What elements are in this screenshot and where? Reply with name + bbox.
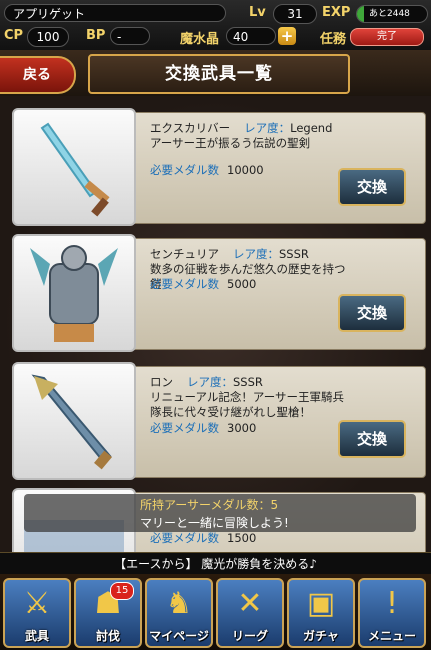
cost-value: 3000 [227, 421, 257, 435]
nav-equipment[interactable]: ⚔ 武具 [3, 578, 71, 648]
item-thumbnail [12, 234, 136, 352]
list-item: エクスカリバー レア度：Legend アーサー王が振るう伝説の聖剣 必要メダル数 1… [8, 108, 426, 226]
cp-label: CP [4, 28, 24, 43]
back-button[interactable]: 戻る [0, 56, 76, 94]
exp-label: EXP [322, 5, 351, 20]
medal-count-banner: 所持アーサーメダル数：5 マリーと一緒に冒険しよう! [24, 494, 416, 532]
list-item: ロン レア度：SSSR リニューアル記念！アーサー王軍騎兵隊長に代々受け継がれし聖… [8, 362, 426, 480]
cost-label: 必要メダル数 [150, 531, 219, 545]
sword-icon: ⚔ [23, 586, 51, 621]
cost-value: 1500 [227, 531, 257, 545]
nav-label: ガチャ [303, 629, 339, 643]
exp-remaining: あと2448 [369, 9, 410, 19]
player-name: アプリゲット [4, 4, 226, 22]
page-title: 交換武具一覧 [88, 54, 350, 94]
news-ticker[interactable]: 【エースから】 魔光が勝負を決める♪ [0, 552, 431, 575]
list-item: センチュリア レア度：SSSR 数多の征戦を歩んだ悠久の歴史を持つ鎧 必要メダル数… [8, 234, 426, 352]
mission-label: 任務 [320, 32, 347, 47]
nav-menu[interactable]: ! メニュー [358, 578, 426, 648]
banner-message: マリーと一緒に冒険しよう! [140, 516, 289, 530]
exchange-button[interactable]: 交換 [338, 294, 406, 332]
page-header: 戻る 交換武具一覧 [0, 50, 431, 96]
rarity-value: SSSR [279, 247, 309, 261]
item-name: エクスカリバー [150, 121, 231, 135]
rarity-label: レア度： [244, 121, 291, 135]
nav-label: 武具 [24, 629, 49, 643]
mission-complete-button[interactable]: 完了 [350, 28, 424, 46]
bottom-nav: ⚔ 武具 ☗ 15 討伐 ♞ マイページ ✕ リーグ ▣ ガチャ ! メニュー [0, 574, 431, 650]
status-bar: アプリゲット Lv 31 EXP あと2448 CP 100 BP - 魔水晶 … [0, 0, 431, 51]
cost-label: 必要メダル数 [150, 163, 219, 177]
item-thumbnail [12, 362, 136, 480]
sword-image-icon [40, 122, 110, 217]
owned-medal-count: 所持アーサーメダル数：5 [140, 498, 279, 512]
item-name: センチュリア [150, 247, 219, 261]
cost-value: 5000 [227, 277, 257, 291]
plus-icon: + [280, 27, 294, 45]
nav-league[interactable]: ✕ リーグ [216, 578, 284, 648]
nav-label: マイページ [149, 629, 209, 643]
nav-label: メニュー [367, 629, 416, 643]
exclamation-icon: ! [385, 586, 399, 621]
rarity-label: レア度： [187, 375, 233, 389]
chest-icon: ▣ [306, 586, 336, 621]
nav-mypage[interactable]: ♞ マイページ [145, 578, 213, 648]
exchange-button[interactable]: 交換 [338, 420, 406, 458]
cp-value: 100 [27, 27, 69, 47]
crossed-swords-icon: ✕ [237, 586, 263, 621]
nav-label: 討伐 [95, 629, 120, 643]
item-thumbnail [12, 108, 136, 226]
item-name: ロン [150, 375, 173, 389]
item-description: リニューアル記念！アーサー王軍騎兵隊長に代々受け継がれし聖槍！ [150, 390, 345, 419]
level-label: Lv [249, 5, 266, 20]
cost-label: 必要メダル数 [150, 421, 219, 435]
cost-label: 必要メダル数 [150, 277, 219, 291]
mana-crystal-label: 魔水晶 [180, 32, 220, 47]
cost-value: 10000 [227, 163, 264, 177]
spear-image-icon [31, 374, 112, 470]
exp-bar: あと2448 [356, 5, 428, 23]
armor-image-icon [30, 245, 118, 342]
exchange-button[interactable]: 交換 [338, 168, 406, 206]
nav-label: リーグ [231, 629, 268, 643]
rarity-value: Legend [290, 121, 333, 135]
notification-badge: 15 [110, 582, 134, 600]
rarity-label: レア度： [233, 247, 279, 261]
rarity-value: SSSR [233, 375, 263, 389]
mana-crystal-value: 40 [226, 27, 276, 45]
add-mana-button[interactable]: + [278, 27, 296, 45]
item-list[interactable]: エクスカリバー レア度：Legend アーサー王が振るう伝説の聖剣 必要メダル数 1… [0, 96, 431, 552]
nav-subjugation[interactable]: ☗ 15 討伐 [74, 578, 142, 648]
item-description: アーサー王が振るう伝説の聖剣 [150, 136, 311, 150]
bp-label: BP [86, 28, 106, 43]
level-value: 31 [273, 4, 317, 24]
nav-gacha[interactable]: ▣ ガチャ [287, 578, 355, 648]
knight-icon: ♞ [165, 586, 193, 621]
exp-bar-fill [357, 6, 364, 22]
bp-value: - [110, 27, 150, 45]
